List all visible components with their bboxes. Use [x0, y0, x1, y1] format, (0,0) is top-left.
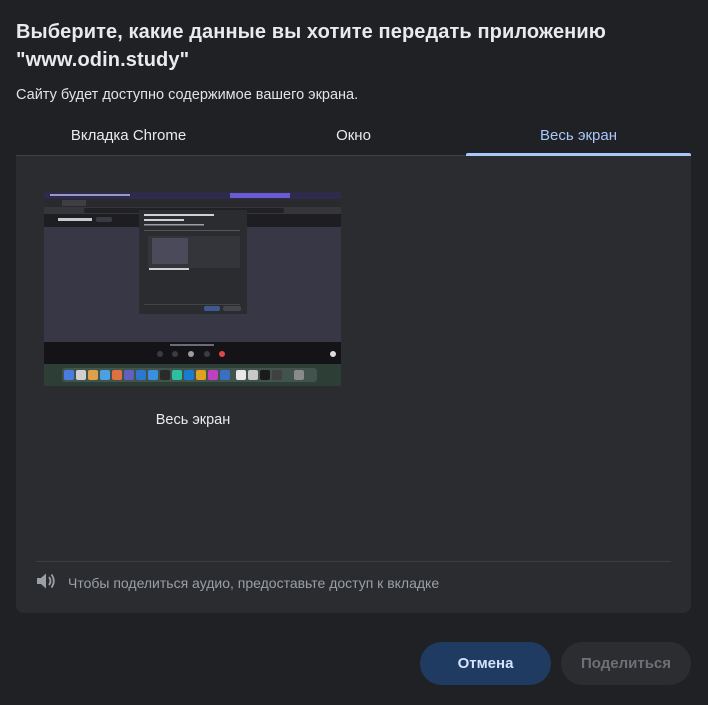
screen-preview-image: [44, 192, 341, 386]
dialog-title: Выберите, какие данные вы хотите передат…: [16, 21, 606, 71]
source-panel: Весь экран Чтобы поделиться аудио, предо…: [16, 156, 691, 613]
audio-hint-text: Чтобы поделиться аудио, предоставьте дос…: [68, 574, 440, 591]
tab-chrome-tab[interactable]: Вкладка Chrome: [16, 118, 241, 155]
share-button[interactable]: Поделиться: [561, 642, 691, 685]
audio-hint: Чтобы поделиться аудио, предоставьте дос…: [36, 572, 439, 593]
screen-thumbnail: [44, 192, 341, 386]
source-tabs: Вкладка Chrome Окно Весь экран: [16, 118, 691, 156]
tab-entire-screen[interactable]: Весь экран: [466, 118, 691, 156]
speaker-icon: [36, 572, 56, 593]
dialog-subtitle: Сайту будет доступно содержимое вашего э…: [16, 87, 359, 103]
screen-source-label: Весь экран: [155, 412, 231, 428]
cancel-button[interactable]: Отмена: [420, 642, 551, 685]
divider: [36, 561, 671, 562]
tab-window[interactable]: Окно: [241, 118, 466, 155]
screen-source-item[interactable]: Весь экран: [44, 192, 342, 428]
